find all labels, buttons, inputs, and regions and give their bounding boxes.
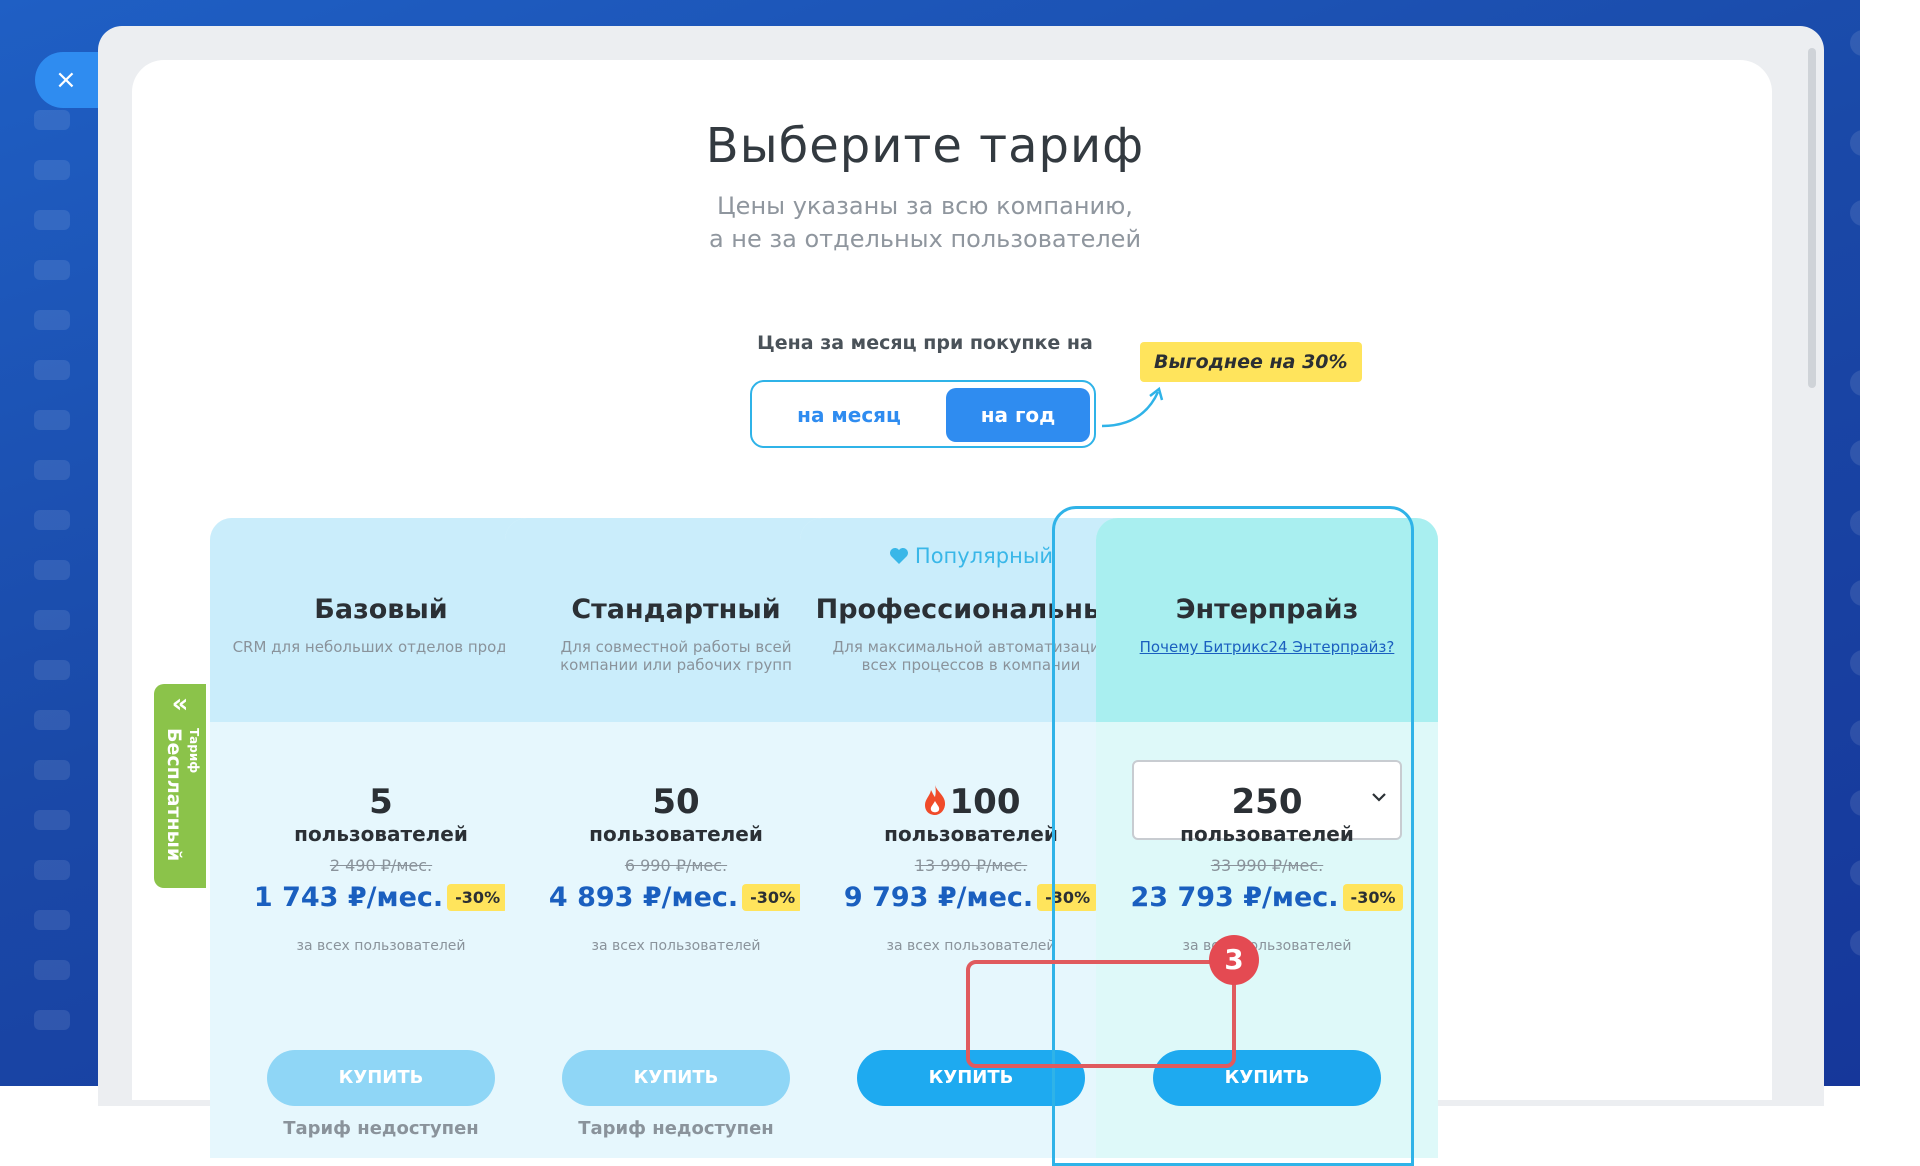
plan-users-count: 5: [369, 782, 393, 822]
subtitle-line: а не за отдельных пользователей: [708, 225, 1142, 253]
billing-option-year[interactable]: на год: [946, 388, 1090, 442]
left-menu-item-blurred: [34, 160, 70, 180]
plan-users-label: пользователей: [294, 822, 468, 846]
page-title: Выберите тариф: [705, 118, 1145, 174]
plan-old-price: 2 490 ₽/мес.: [329, 856, 433, 875]
plan-description-line: компании или рабочих групп: [560, 656, 792, 674]
plan-price: 9 793 ₽/мес.: [843, 882, 1034, 913]
left-menu-item-blurred: [34, 710, 70, 730]
right-panel-avatar-blurred: [1850, 650, 1860, 676]
annotation-highlight-box: [966, 960, 1236, 1068]
page-subtitle: Цены указаны за всю компанию, а не за от…: [132, 190, 1718, 256]
left-menu-item-blurred: [34, 360, 70, 380]
free-plan-tab-line: Бесплатный: [163, 728, 185, 862]
right-panel-avatar-blurred: [1850, 580, 1860, 606]
plan-price-row: 4 893 ₽/мес. -30%: [505, 882, 847, 913]
subtitle-line: Цены указаны за всю компанию,: [717, 192, 1133, 220]
left-menu-item-blurred: [34, 760, 70, 780]
free-plan-tab-label: Тариф Бесплатный: [156, 728, 204, 882]
plan-description: Для совместной работы всей компании или …: [525, 638, 827, 674]
free-plan-tab-line: Тариф: [187, 728, 201, 774]
scrollbar-thumb[interactable]: [1808, 48, 1816, 388]
plan-price-note: за всех пользователей: [591, 938, 761, 954]
left-menu-item-blurred: [34, 860, 70, 880]
plan-price: 4 893 ₽/мес.: [548, 882, 739, 913]
right-panel-avatar-blurred: [1850, 30, 1860, 56]
left-menu-item-blurred: [34, 660, 70, 680]
right-panel-avatar-blurred: [1850, 370, 1860, 396]
discount-badge: -30%: [742, 884, 804, 911]
left-menu-item-blurred: [34, 610, 70, 630]
right-panel-avatar-blurred: [1850, 130, 1860, 156]
plan-unavailable-note: Тариф недоступен: [283, 1118, 479, 1139]
popular-label: Популярный: [914, 544, 1054, 568]
plan-price-note: за всех пользователей: [296, 938, 466, 954]
right-panel-avatar-blurred: [1850, 790, 1860, 816]
right-panel-avatar-blurred: [1850, 930, 1860, 956]
screen-right-edge: [1860, 0, 1920, 1086]
left-menu-item-blurred: [34, 310, 70, 330]
plan-description-line: Для совместной работы всей: [560, 638, 792, 656]
plan-users-count: 50: [652, 782, 700, 822]
left-menu-item-blurred: [34, 1010, 70, 1030]
left-menu-item-blurred: [34, 810, 70, 830]
right-panel-avatar-blurred: [1850, 510, 1860, 536]
plan-unavailable-note: Тариф недоступен: [578, 1118, 774, 1139]
plan-card-basic: Базовый CRM для небольших отделов продаж…: [210, 518, 552, 1158]
double-chevron-left-icon: «: [171, 689, 189, 719]
left-menu-item-blurred: [34, 560, 70, 580]
billing-period-label: Цена за месяц при покупке на: [757, 332, 1093, 354]
billing-period-switch: на месяц на год: [750, 380, 1096, 448]
plan-description: CRM для небольших отделов продаж: [232, 638, 530, 656]
savings-badge: Выгоднее на 30%: [1140, 342, 1362, 382]
left-menu-item-blurred: [34, 910, 70, 930]
plan-card-standard: Стандартный Для совместной работы всей к…: [505, 518, 847, 1158]
fire-icon: [924, 785, 945, 815]
plan-users-label: пользователей: [589, 822, 763, 846]
right-panel-avatar-blurred: [1850, 200, 1860, 226]
right-panel-avatar-blurred: [1850, 860, 1860, 886]
heart-icon: [889, 548, 908, 564]
buy-button-standard[interactable]: КУПИТЬ: [562, 1050, 790, 1106]
plan-name: Базовый: [314, 594, 448, 625]
plan-price: 1 743 ₽/мес.: [253, 882, 444, 913]
plan-price-row: 1 743 ₽/мес. -30%: [210, 882, 552, 913]
billing-option-month[interactable]: на месяц: [760, 388, 938, 442]
annotation-step-badge: 3: [1209, 935, 1259, 985]
left-menu-item-blurred: [34, 510, 70, 530]
left-menu-item-blurred: [34, 460, 70, 480]
left-menu-item-blurred: [34, 410, 70, 430]
plan-users-count: 100: [949, 782, 1021, 822]
plan-old-price: 6 990 ₽/мес.: [624, 856, 728, 875]
left-menu-item-blurred: [34, 260, 70, 280]
buy-button-basic[interactable]: КУПИТЬ: [267, 1050, 495, 1106]
right-panel-avatar-blurred: [1850, 720, 1860, 746]
left-menu-item-blurred: [34, 110, 70, 130]
tariff-panel: Выберите тариф Цены указаны за всю компа…: [132, 60, 1772, 1166]
curved-arrow-icon: [1101, 386, 1164, 428]
free-plan-tab[interactable]: « Тариф Бесплатный: [154, 684, 206, 888]
discount-badge: -30%: [447, 884, 509, 911]
plan-name: Стандартный: [571, 594, 781, 625]
right-panel-avatar-blurred: [1850, 440, 1860, 466]
close-icon: ×: [55, 65, 77, 95]
left-menu-item-blurred: [34, 960, 70, 980]
left-menu-item-blurred: [34, 210, 70, 230]
